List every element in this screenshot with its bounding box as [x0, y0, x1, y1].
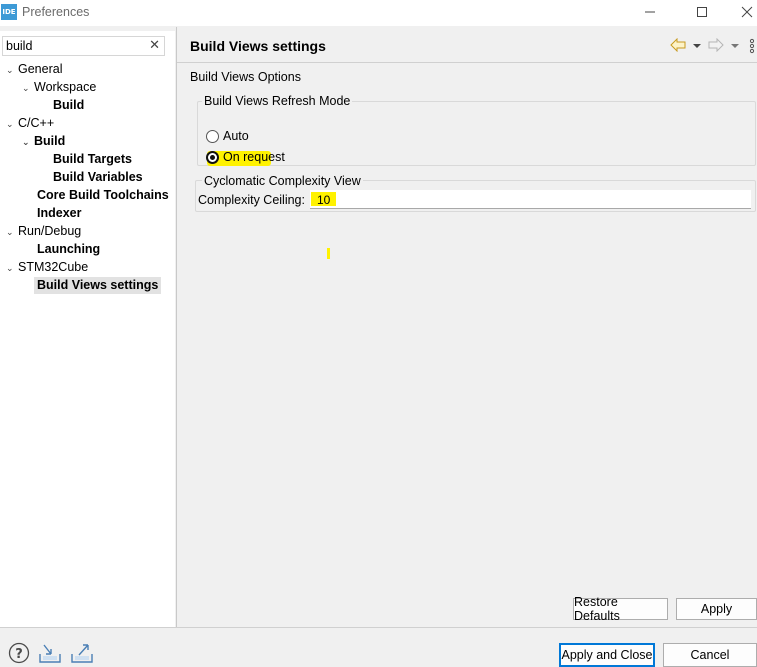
radio-on-request-button[interactable] — [206, 150, 219, 164]
filter-field[interactable]: ✕ — [2, 36, 165, 56]
chevron-down-icon[interactable]: ⌄ — [22, 81, 34, 98]
chevron-down-icon[interactable]: ⌄ — [6, 225, 18, 242]
header-divider — [177, 62, 757, 63]
forward-icon[interactable] — [708, 37, 724, 55]
tree-item-cpp[interactable]: ⌄ C/C++ — [6, 115, 54, 132]
refresh-mode-legend: Build Views Refresh Mode — [202, 94, 353, 108]
tree-item-build-views-settings[interactable]: Build Views settings — [34, 277, 162, 294]
cancel-button[interactable]: Cancel — [663, 643, 757, 667]
chevron-down-icon[interactable]: ⌄ — [22, 135, 34, 152]
preference-tree-panel: ✕ ⌄General ⌄Workspace Build ⌄C/C++ ⌄Buil… — [0, 31, 175, 627]
svg-text:?: ? — [15, 647, 23, 662]
radio-auto[interactable]: Auto — [206, 129, 249, 143]
apply-button[interactable]: Apply — [676, 598, 757, 620]
app-icon: IDE — [1, 4, 17, 20]
footer-divider — [0, 627, 757, 628]
chevron-down-icon[interactable]: ⌄ — [6, 261, 18, 278]
export-icon[interactable] — [70, 642, 93, 664]
chevron-down-icon[interactable]: ⌄ — [6, 63, 18, 80]
maximize-icon[interactable] — [691, 2, 713, 22]
window-title: Preferences — [22, 5, 90, 19]
chevron-down-icon[interactable]: ⌄ — [6, 117, 18, 134]
tree-item-build-targets[interactable]: Build Targets — [53, 151, 132, 168]
tree-item-stm32cube[interactable]: ⌄ STM32Cube — [6, 259, 88, 276]
tree-item-build-variables[interactable]: Build Variables — [53, 169, 143, 186]
options-label: Build Views Options — [190, 70, 301, 84]
back-dropdown-icon[interactable] — [692, 40, 702, 54]
close-icon[interactable] — [736, 2, 757, 22]
forward-dropdown-icon[interactable] — [730, 40, 740, 54]
tree-item-workspace[interactable]: ⌄ Workspace — [22, 79, 96, 96]
clear-filter-icon[interactable]: ✕ — [149, 38, 160, 53]
complexity-ceiling-input[interactable] — [310, 190, 751, 209]
panel-splitter[interactable] — [176, 27, 177, 627]
filter-input[interactable] — [6, 38, 146, 54]
complexity-legend: Cyclomatic Complexity View — [202, 174, 363, 188]
complexity-ceiling-value: 10 — [317, 193, 331, 207]
tree-item-general[interactable]: ⌄ General — [6, 61, 62, 78]
view-menu-icon[interactable] — [748, 38, 756, 57]
title-bar: IDE Preferences — [0, 0, 757, 26]
tree-item-run-debug[interactable]: ⌄ Run/Debug — [6, 223, 81, 240]
restore-defaults-button[interactable]: Restore Defaults — [573, 595, 668, 623]
help-icon[interactable]: ? — [8, 642, 30, 664]
import-icon[interactable] — [38, 642, 61, 664]
minimize-icon[interactable] — [639, 2, 661, 22]
highlight-mark — [327, 248, 330, 259]
page-title: Build Views settings — [190, 38, 326, 54]
tree-item-indexer[interactable]: Indexer — [37, 205, 81, 222]
radio-on-request[interactable]: On request — [206, 150, 285, 164]
tree-item-workspace-build[interactable]: Build — [53, 97, 84, 114]
tree-item-core-build-toolchains[interactable]: Core Build Toolchains — [37, 187, 169, 204]
radio-auto-button[interactable] — [206, 129, 219, 143]
preferences-window: IDE Preferences ✕ ⌄General ⌄Workspace Bu… — [0, 0, 757, 667]
complexity-ceiling-label: Complexity Ceiling: — [198, 193, 305, 207]
tree-item-launching[interactable]: Launching — [37, 241, 100, 258]
tree-item-cpp-build[interactable]: ⌄ Build — [22, 133, 65, 150]
back-icon[interactable] — [670, 37, 686, 55]
apply-and-close-button[interactable]: Apply and Close — [559, 643, 655, 667]
